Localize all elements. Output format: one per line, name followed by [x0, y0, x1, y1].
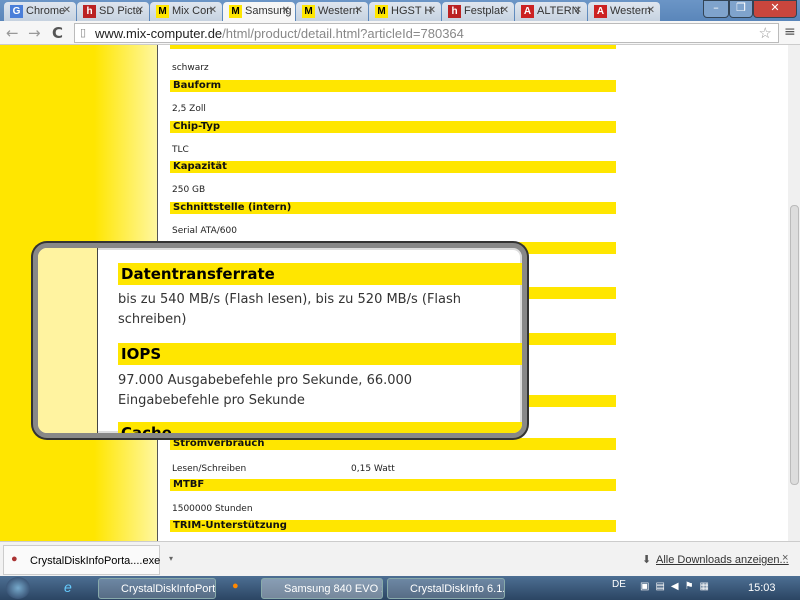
spec-header: Chip-Typ: [170, 121, 616, 133]
spec-header: Stromverbrauch: [170, 438, 616, 450]
ie-icon[interactable]: e: [64, 579, 72, 595]
close-tab-icon[interactable]: ✕: [428, 5, 436, 16]
spec-value: 2,5 Zoll: [172, 104, 206, 114]
close-download-shelf[interactable]: ×: [782, 552, 788, 564]
tab[interactable]: A ALTERN ✕: [515, 2, 587, 21]
favicon-icon: h: [448, 5, 461, 18]
magnified-header: Datentransferrate: [118, 263, 522, 285]
minimize-button[interactable]: –: [703, 0, 729, 18]
favicon-icon: A: [594, 5, 607, 18]
firefox-icon[interactable]: ●: [232, 580, 239, 592]
tab[interactable]: M Samsung ✕: [223, 2, 295, 21]
tab-label: Festplat: [464, 5, 504, 17]
tab[interactable]: h Festplat ✕: [442, 2, 514, 21]
close-tab-icon[interactable]: ✕: [647, 5, 655, 16]
chevron-down-icon[interactable]: ▾: [169, 554, 173, 563]
language-indicator[interactable]: DE: [612, 579, 626, 590]
magnified-header: Cache: [118, 422, 522, 433]
tab-label: Mix Con: [172, 5, 213, 17]
spec-header: TRIM-Unterstützung: [170, 520, 616, 532]
file-icon: ●: [11, 553, 18, 565]
tab[interactable]: A Western ✕: [588, 2, 660, 21]
spec-value: Serial ATA/600: [172, 226, 237, 236]
favicon-icon: M: [156, 5, 169, 18]
spec-value: 250 GB: [172, 185, 206, 195]
spec-header: MTBF: [170, 479, 616, 491]
tab-label: Western: [610, 5, 651, 17]
magnifier-overlay: Datentransferrate bis zu 540 MB/s (Flash…: [33, 243, 527, 438]
tab[interactable]: M Mix Con ✕: [150, 2, 222, 21]
close-tab-icon[interactable]: ✕: [282, 5, 290, 16]
favicon-icon: A: [521, 5, 534, 18]
bookmark-star-icon[interactable]: ☆: [759, 24, 772, 42]
spec-value: TLC: [172, 145, 189, 155]
address-bar[interactable]: ▯ www.mix-computer.de/html/product/detai…: [74, 23, 779, 43]
close-tab-icon[interactable]: ✕: [574, 5, 582, 16]
scrollbar-thumb[interactable]: [790, 205, 799, 485]
close-tab-icon[interactable]: ✕: [209, 5, 217, 16]
favicon-icon: h: [83, 5, 96, 18]
taskbar-item-explorer[interactable]: CrystalDiskInfoPorta...: [98, 578, 216, 599]
forward-icon[interactable]: →: [28, 24, 41, 42]
tab[interactable]: G Chrome ✕: [4, 2, 76, 21]
spec-value-2: 0,15 Watt: [351, 464, 395, 474]
close-tab-icon[interactable]: ✕: [355, 5, 363, 16]
taskbar-label: CrystalDiskInfoPorta...: [121, 583, 216, 595]
tab[interactable]: M HGST H ✕: [369, 2, 441, 21]
tab-label: Chrome: [26, 5, 66, 17]
tab-label: HGST H: [391, 5, 433, 17]
magnified-value: 97.000 Ausgabebefehle pro Sekunde, 66.00…: [118, 373, 413, 388]
tab[interactable]: h SD Pictu ✕: [77, 2, 149, 21]
spec-header: Farbe: [170, 45, 616, 49]
show-all-downloads-link[interactable]: Alle Downloads anzeigen...: [656, 554, 789, 566]
start-button[interactable]: [6, 577, 30, 599]
taskbar-item-crystaldiskinfo[interactable]: CrystalDiskInfo 6.1.9: [387, 578, 505, 599]
close-tab-icon[interactable]: ✕: [63, 5, 71, 16]
close-window-button[interactable]: ✕: [753, 0, 797, 18]
tab-strip: G Chrome ✕ h SD Pictu ✕ M Mix Con ✕ M Samsung ✕ M Wes…: [0, 0, 800, 21]
favicon-icon: M: [375, 5, 388, 18]
close-tab-icon[interactable]: ✕: [501, 5, 509, 16]
tab[interactable]: M Western ✕: [296, 2, 368, 21]
spec-header: Bauform: [170, 80, 616, 92]
magnified-value: Eingabebefehle pro Sekunde: [118, 393, 305, 408]
tray-icons[interactable]: ▣▤◀⚑▦: [640, 581, 715, 592]
browser-toolbar: ← → C ▯ www.mix-computer.de/html/product…: [0, 21, 800, 45]
download-item[interactable]: ● CrystalDiskInfoPorta....exe ▾: [3, 545, 173, 575]
favicon-icon: G: [10, 5, 23, 18]
menu-icon[interactable]: ≡: [784, 24, 796, 40]
url-path: /html/product/detail.html?articleId=7803…: [222, 26, 464, 41]
download-arrow-icon: ⬇: [642, 554, 652, 566]
favicon-icon: M: [302, 5, 315, 18]
spec-header: Kapazität: [170, 161, 616, 173]
spec-value: schwarz: [172, 63, 209, 73]
maximize-button[interactable]: ❐: [729, 0, 753, 18]
page-icon: ▯: [80, 27, 87, 39]
download-shelf: ● CrystalDiskInfoPorta....exe ▾ ⬇ Alle D…: [0, 541, 800, 576]
magnified-value: bis zu 540 MB/s (Flash lesen), bis zu 52…: [118, 292, 462, 307]
taskbar-label: CrystalDiskInfo 6.1.9: [410, 583, 505, 595]
magnified-value: schreiben): [118, 312, 187, 327]
reload-icon[interactable]: C: [52, 24, 63, 42]
spec-value: 1500000 Stunden: [172, 504, 253, 514]
url-host: www.mix-computer.de: [95, 26, 223, 41]
taskbar-label: Samsung 840 EVO 2,...: [284, 583, 382, 595]
magnified-sidebar: [38, 248, 98, 433]
back-icon[interactable]: ←: [6, 24, 19, 42]
clock[interactable]: 15:03: [748, 582, 776, 594]
taskbar: e CrystalDiskInfoPorta... ● Samsung 840 …: [0, 576, 800, 600]
taskbar-item-chrome[interactable]: Samsung 840 EVO 2,...: [261, 578, 383, 599]
spec-header: Schnittstelle (intern): [170, 202, 616, 214]
favicon-icon: M: [229, 5, 242, 18]
close-tab-icon[interactable]: ✕: [136, 5, 144, 16]
tab-label: Western: [318, 5, 359, 17]
spec-value: Lesen/Schreiben: [172, 464, 247, 474]
magnified-header: IOPS: [118, 343, 522, 365]
download-filename: CrystalDiskInfoPorta....exe: [30, 555, 161, 567]
